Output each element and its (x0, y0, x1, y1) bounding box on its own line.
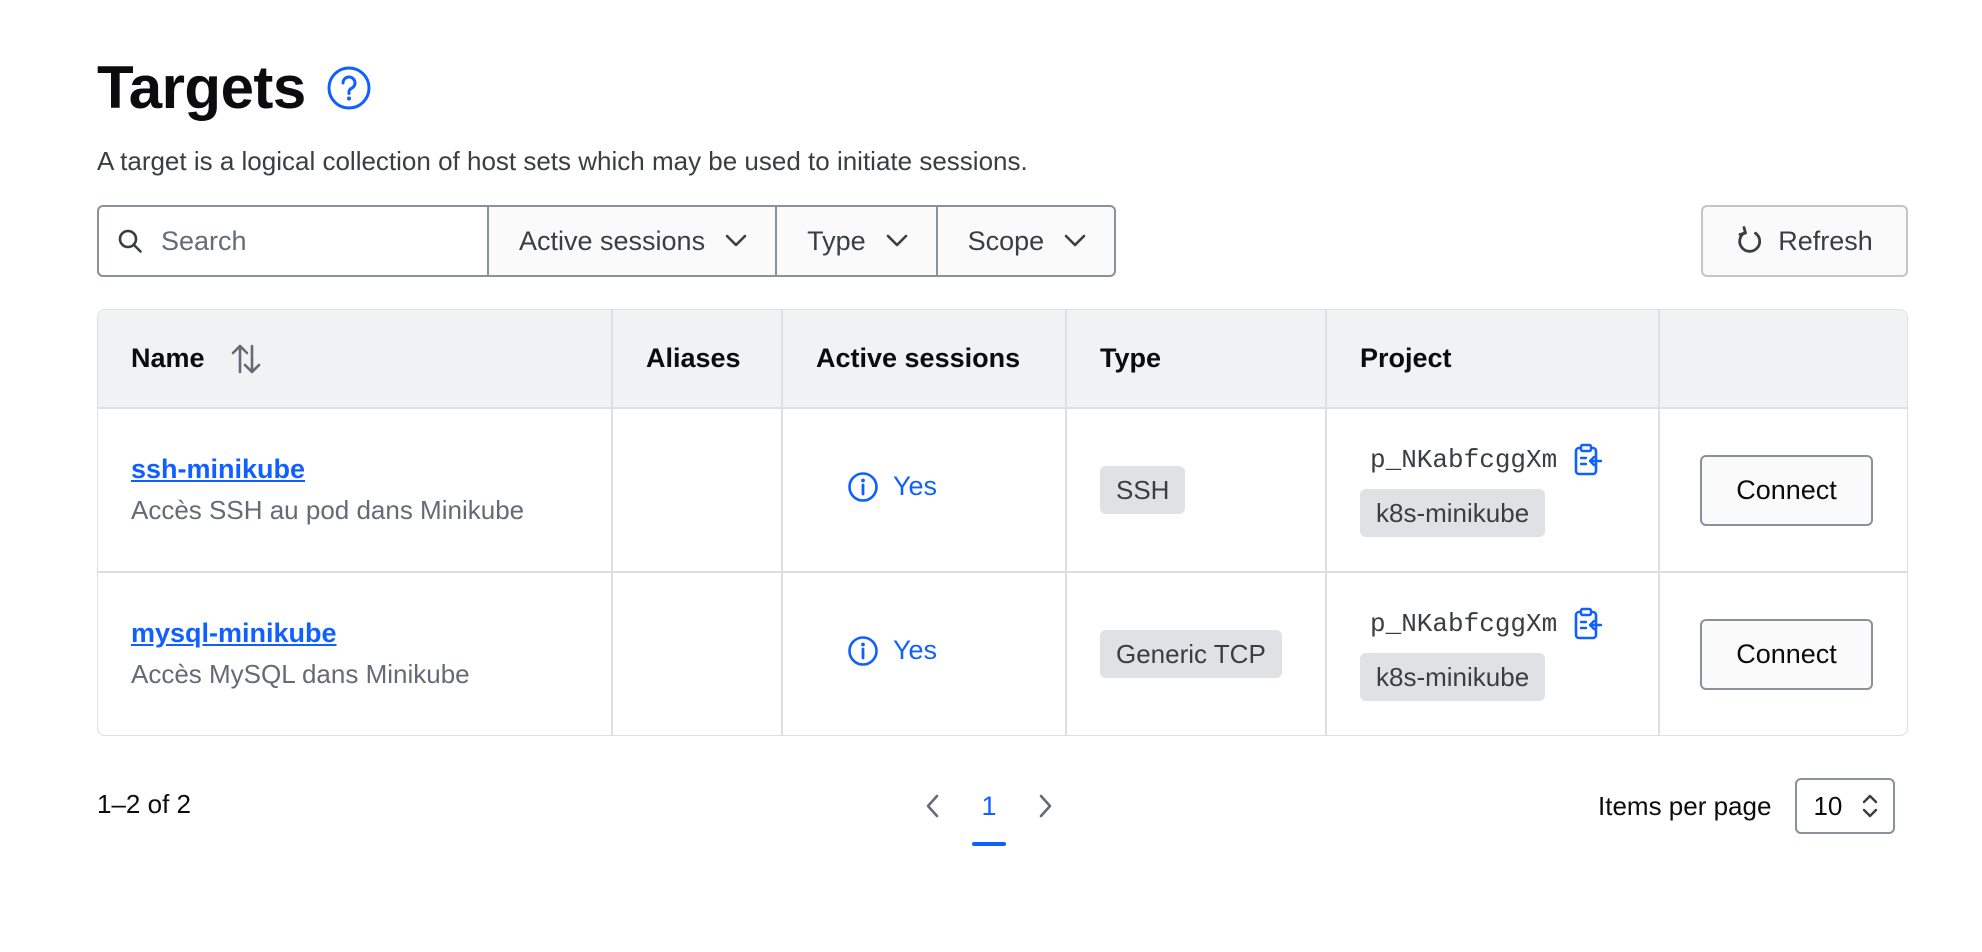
chevron-down-icon (1064, 234, 1086, 248)
cell-active-sessions: Yes (782, 572, 1067, 735)
table-row: ssh-minikube Accès SSH au pod dans Minik… (98, 408, 1907, 573)
type-badge: Generic TCP (1100, 630, 1282, 678)
filter-scope[interactable]: Scope (937, 205, 1117, 277)
filter-type-label: Type (807, 225, 866, 256)
filter-toolbar: Active sessions Type Scope (97, 205, 1117, 277)
refresh-button[interactable]: Refresh (1701, 205, 1908, 277)
chevron-down-icon (725, 234, 747, 248)
items-per-page: Items per page 10 (1598, 778, 1896, 834)
cell-aliases (612, 572, 783, 735)
refresh-label: Refresh (1778, 225, 1873, 256)
active-sessions-toggle[interactable]: Yes (847, 635, 937, 667)
items-per-page-label: Items per page (1598, 790, 1772, 821)
clipboard-copy-icon[interactable] (1573, 443, 1603, 477)
search-icon (118, 229, 142, 253)
title-row: Targets (97, 52, 372, 124)
cell-name: ssh-minikube Accès SSH au pod dans Minik… (98, 408, 613, 573)
cell-type: Generic TCP (1066, 572, 1327, 735)
search-input[interactable] (161, 225, 461, 257)
page-title: Targets (97, 54, 306, 121)
target-name-link[interactable]: mysql-minikube (131, 618, 611, 649)
filter-active-sessions[interactable]: Active sessions (489, 205, 778, 277)
column-header-project: Project (1326, 310, 1660, 409)
items-per-page-select[interactable]: 10 (1795, 778, 1896, 834)
clipboard-copy-icon[interactable] (1573, 607, 1603, 641)
column-header-actions (1659, 310, 1907, 409)
project-id: p_NKabfcggXm (1370, 609, 1558, 639)
column-header-name-label: Name (131, 343, 205, 373)
cell-actions: Connect (1659, 572, 1907, 735)
cell-project: p_NKabfcggXm k8s-minikube (1326, 572, 1660, 735)
info-icon (848, 471, 878, 502)
cell-aliases (612, 408, 783, 573)
page-1-button[interactable]: 1 (954, 774, 1024, 846)
search-box[interactable] (97, 205, 489, 277)
table-row: mysql-minikube Accès MySQL dans Minikube… (98, 572, 1907, 735)
filter-active-sessions-label: Active sessions (519, 225, 706, 256)
filter-type[interactable]: Type (777, 205, 938, 277)
cell-name: mysql-minikube Accès MySQL dans Minikube (98, 572, 613, 735)
items-per-page-value: 10 (1813, 790, 1843, 821)
chevron-up-down-icon (1863, 794, 1878, 818)
cell-active-sessions: Yes (782, 408, 1067, 573)
active-sessions-value: Yes (893, 635, 938, 665)
sort-icon[interactable] (231, 342, 261, 376)
refresh-icon (1738, 226, 1762, 253)
target-description: Accès MySQL dans Minikube (131, 659, 470, 689)
connect-button[interactable]: Connect (1700, 618, 1873, 690)
info-icon (848, 635, 878, 666)
pagination-nav: 1 (910, 774, 1068, 846)
cell-actions: Connect (1659, 408, 1907, 573)
active-sessions-toggle[interactable]: Yes (847, 471, 937, 503)
column-header-type: Type (1066, 310, 1327, 409)
target-name-link[interactable]: ssh-minikube (131, 454, 611, 485)
active-sessions-value: Yes (893, 471, 938, 501)
cell-project: p_NKabfcggXm k8s-minikube (1326, 408, 1660, 573)
chevron-down-icon (886, 234, 908, 248)
chevron-left-icon[interactable] (910, 784, 954, 828)
connect-button[interactable]: Connect (1700, 454, 1873, 526)
question-circle-icon[interactable] (326, 65, 372, 111)
targets-table: Name Aliases Active sessions Type Projec… (97, 309, 1908, 736)
target-description: Accès SSH au pod dans Minikube (131, 495, 525, 525)
chevron-right-icon[interactable] (1024, 784, 1068, 828)
filter-scope-label: Scope (967, 225, 1045, 256)
column-header-aliases: Aliases (612, 310, 783, 409)
type-badge: SSH (1100, 466, 1186, 514)
column-header-name: Name (98, 310, 613, 409)
column-header-active-sessions: Active sessions (782, 310, 1067, 409)
targets-page: Targets A target is a logical collection… (0, 0, 1982, 952)
project-name-badge: k8s-minikube (1360, 489, 1546, 537)
page-description: A target is a logical collection of host… (97, 146, 1028, 176)
project-name-badge: k8s-minikube (1360, 653, 1546, 701)
table-header-row: Name Aliases Active sessions Type Projec… (98, 310, 1907, 409)
pagination-range: 1–2 of 2 (97, 789, 191, 819)
cell-type: SSH (1066, 408, 1327, 573)
project-id: p_NKabfcggXm (1370, 445, 1558, 475)
